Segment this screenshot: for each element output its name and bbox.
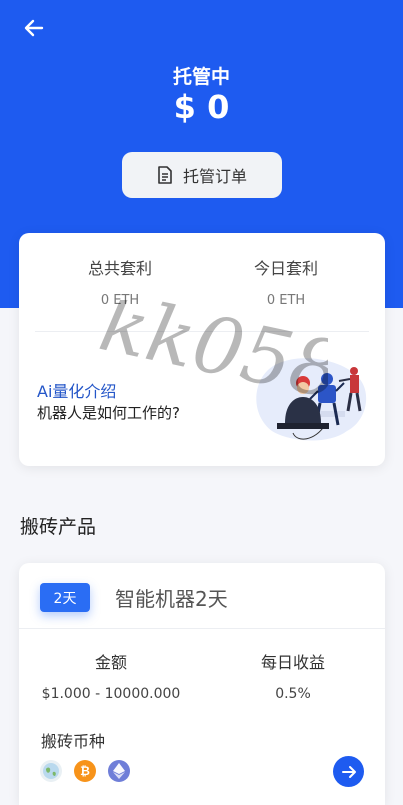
today-arbitrage-stat: 今日套利 0 ETH bbox=[206, 255, 366, 308]
ethereum-icon bbox=[108, 760, 130, 782]
days-badge: 2天 bbox=[40, 583, 90, 612]
arbitrage-summary-card: 总共套利 0 ETH 今日套利 0 ETH Ai量化介绍 机器人是如何工作的? bbox=[19, 233, 385, 466]
arrow-right-icon bbox=[341, 765, 356, 778]
back-arrow-icon bbox=[24, 19, 44, 37]
today-arbitrage-label: 今日套利 bbox=[253, 259, 318, 278]
divider bbox=[19, 628, 385, 629]
daily-yield-value: 0.5% bbox=[275, 686, 311, 702]
robot-illustration bbox=[256, 358, 367, 441]
total-arbitrage-value: 0 ETH bbox=[100, 293, 140, 308]
bitcoin-icon: ₿ bbox=[74, 760, 96, 782]
ai-intro-subtitle: 机器人是如何工作的? bbox=[37, 404, 180, 422]
product-card[interactable]: 2天 智能机器2天 金额 $1.000 - 10000.000 每日收益 0.5… bbox=[19, 563, 385, 805]
product-name: 智能机器2天 bbox=[115, 587, 228, 611]
document-icon bbox=[158, 166, 172, 184]
amount-label: 金额 bbox=[94, 653, 127, 672]
total-arbitrage-stat: 总共套利 0 ETH bbox=[40, 255, 200, 308]
today-arbitrage-value: 0 ETH bbox=[266, 293, 306, 308]
status-title: 托管中 bbox=[172, 66, 230, 88]
coin-list: ₿ bbox=[40, 760, 130, 782]
amount-column: 金额 $1.000 - 10000.000 bbox=[38, 649, 184, 702]
custody-order-label: 托管订单 bbox=[182, 167, 247, 186]
section-title: 搬砖产品 bbox=[20, 516, 97, 538]
amount-range: $1.000 - 10000.000 bbox=[41, 686, 181, 702]
daily-yield-label: 每日收益 bbox=[260, 653, 325, 672]
custody-amount: $ 0 bbox=[173, 88, 230, 126]
daily-yield-column: 每日收益 0.5% bbox=[237, 649, 349, 702]
ai-intro-link[interactable]: Ai量化介绍 bbox=[37, 378, 116, 402]
globe-icon bbox=[40, 760, 62, 782]
product-go-button[interactable] bbox=[333, 756, 364, 787]
divider bbox=[35, 331, 369, 332]
custody-order-button[interactable]: 托管订单 bbox=[122, 152, 282, 198]
total-arbitrage-label: 总共套利 bbox=[87, 259, 152, 278]
coins-label: 搬砖币种 bbox=[41, 732, 106, 751]
back-button[interactable] bbox=[20, 14, 48, 42]
